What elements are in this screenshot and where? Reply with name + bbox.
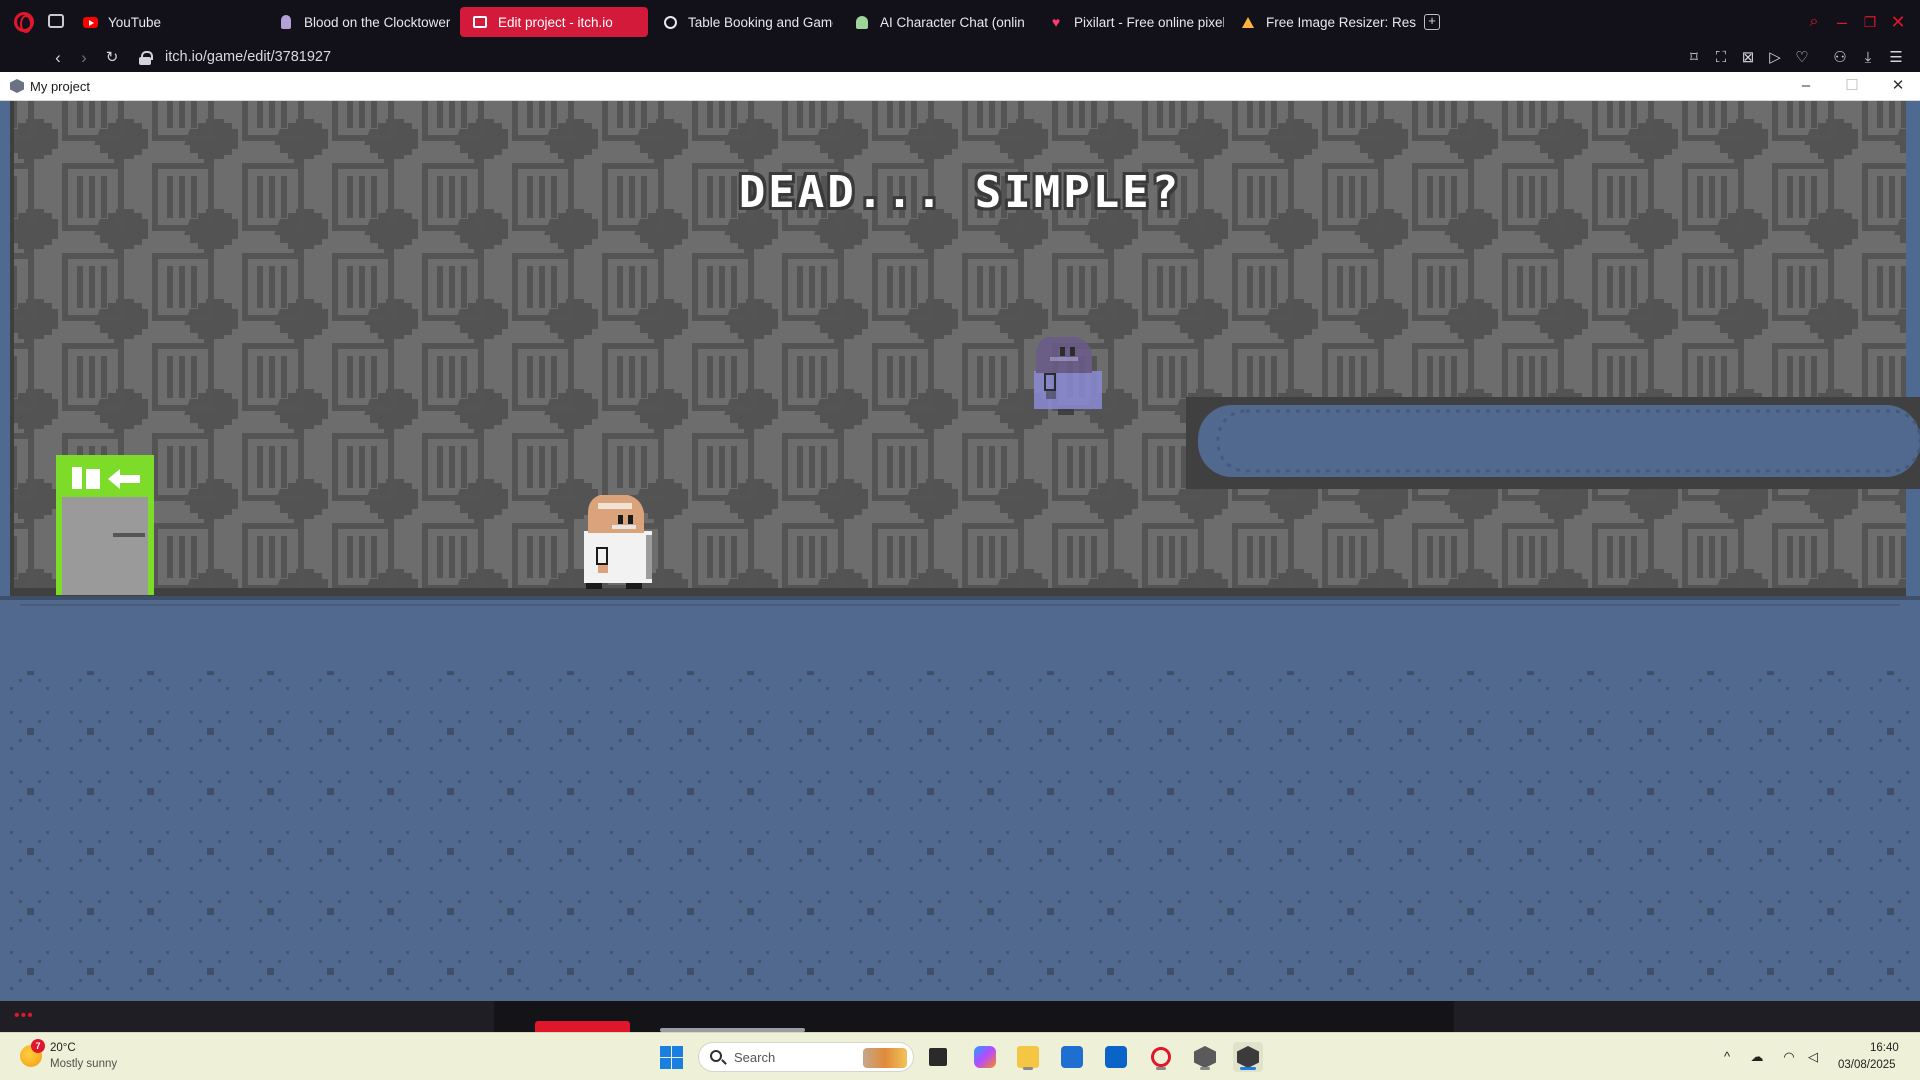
close-button[interactable]: ✕ bbox=[1888, 12, 1908, 32]
taskbar-search-box[interactable]: Search bbox=[698, 1042, 914, 1072]
copilot-icon bbox=[974, 1046, 996, 1068]
heart-icon: ♥ bbox=[1051, 14, 1061, 30]
tab-youtube[interactable]: YouTube bbox=[70, 7, 260, 37]
taskbar-task-view[interactable] bbox=[923, 1042, 953, 1072]
restore-button[interactable]: ❐ bbox=[1860, 12, 1880, 32]
play-icon[interactable]: ▷ bbox=[1765, 48, 1785, 68]
opera-icon bbox=[1151, 1047, 1171, 1067]
lock-icon bbox=[139, 51, 153, 65]
resizer-icon bbox=[1240, 14, 1256, 30]
outlook-icon bbox=[1105, 1046, 1127, 1068]
browser-bottom-bar: ••• bbox=[0, 1001, 1920, 1032]
game-maximize-button[interactable]: ☐ bbox=[1840, 76, 1864, 96]
reload-button[interactable]: ↻ bbox=[102, 48, 122, 68]
tab-image-resizer[interactable]: Free Image Resizer: Resiz bbox=[1228, 7, 1418, 37]
taskbar-outlook[interactable] bbox=[1101, 1042, 1131, 1072]
itchio-icon bbox=[472, 14, 488, 30]
snapshot-icon[interactable]: ⌑ bbox=[1684, 48, 1704, 68]
game-viewport[interactable]: DEAD... SIMPLE? bbox=[0, 101, 1920, 1001]
search-tabs-icon[interactable]: ⌕ bbox=[1804, 12, 1824, 32]
tab-pixilart[interactable]: ♥ Pixilart - Free online pixel bbox=[1036, 7, 1228, 37]
taskbar-copilot[interactable] bbox=[970, 1042, 1000, 1072]
unity-hub-icon bbox=[1194, 1046, 1216, 1068]
download-icon[interactable]: ⤓ bbox=[1858, 48, 1878, 68]
opera-logo-icon[interactable] bbox=[14, 12, 34, 33]
volume-icon[interactable]: ◁ bbox=[1804, 1048, 1822, 1066]
taskbar-unity-hub[interactable] bbox=[1190, 1042, 1220, 1072]
ledge-platform bbox=[1186, 397, 1920, 489]
search-highlight-image bbox=[863, 1048, 907, 1068]
clock-time[interactable]: 16:40 bbox=[1870, 1042, 1899, 1054]
store-icon bbox=[1061, 1046, 1083, 1068]
tab-title: Free Image Resizer: Resiz bbox=[1266, 14, 1416, 30]
forward-button[interactable]: › bbox=[74, 48, 94, 68]
game-minimize-button[interactable]: – bbox=[1794, 76, 1818, 96]
search-placeholder: Search bbox=[734, 1050, 776, 1065]
scientist-player bbox=[584, 495, 652, 589]
browser-tab-strip: YouTube Blood on the Clocktower Edit pro… bbox=[0, 0, 1920, 44]
taskbar-store[interactable] bbox=[1057, 1042, 1087, 1072]
tab-edit-project-itchio[interactable]: Edit project - itch.io bbox=[460, 7, 648, 37]
tab-title: Edit project - itch.io bbox=[498, 14, 613, 30]
exit-door bbox=[56, 455, 154, 595]
game-scene bbox=[0, 101, 1920, 1001]
weather-badge: 7 bbox=[31, 1039, 45, 1053]
game-window-titlebar: My project – ☐ ✕ bbox=[0, 72, 1920, 101]
globe-icon bbox=[662, 14, 678, 30]
weather-temperature[interactable]: 20°C bbox=[50, 1042, 76, 1054]
bookmark-heart-icon[interactable]: ♡ bbox=[1792, 48, 1812, 68]
character-chat-icon bbox=[854, 14, 870, 30]
taskbar-file-explorer[interactable] bbox=[1013, 1042, 1043, 1072]
start-button[interactable] bbox=[660, 1046, 683, 1069]
tab-title: AI Character Chat (online bbox=[880, 14, 1025, 30]
tab-title: Blood on the Clocktower bbox=[304, 14, 451, 30]
itch-red-tab[interactable] bbox=[535, 1021, 630, 1032]
show-hidden-icons[interactable]: ^ bbox=[1718, 1048, 1736, 1066]
game-title-text: DEAD... SIMPLE? bbox=[738, 167, 1182, 218]
tab-title: Pixilart - Free online pixel bbox=[1074, 14, 1224, 30]
minimize-button[interactable]: – bbox=[1832, 12, 1852, 32]
tab-blood-on-the-clocktower[interactable]: Blood on the Clocktower bbox=[266, 7, 456, 37]
crop-icon[interactable]: ⛶ bbox=[1711, 48, 1731, 68]
new-tab-button[interactable]: + bbox=[1424, 14, 1440, 30]
back-button[interactable]: ‹ bbox=[48, 48, 68, 68]
clocktower-icon bbox=[278, 14, 294, 30]
easy-setup-icon[interactable]: ☰ bbox=[1886, 48, 1906, 68]
tab-title: YouTube bbox=[108, 14, 162, 30]
game-close-button[interactable]: ✕ bbox=[1886, 76, 1910, 96]
account-icon[interactable]: ⚇ bbox=[1830, 48, 1850, 68]
tab-table-booking[interactable]: Table Booking and Game bbox=[650, 7, 840, 37]
search-icon bbox=[710, 1050, 722, 1062]
folder-icon bbox=[1017, 1046, 1039, 1068]
clock-date[interactable]: 03/08/2025 bbox=[1838, 1059, 1896, 1071]
taskbar-my-project[interactable] bbox=[1233, 1042, 1263, 1072]
itch-bottom-panel bbox=[494, 1001, 1454, 1032]
onedrive-icon[interactable]: ☁ bbox=[1748, 1048, 1766, 1066]
more-options-icon[interactable]: ••• bbox=[14, 1007, 34, 1025]
unity-game-icon bbox=[1237, 1046, 1259, 1068]
tab-overview-icon[interactable] bbox=[48, 14, 64, 28]
browser-address-bar: ‹ › ↻ itch.io/game/edit/3781927 ⌑ ⛶ ⊠ ▷ … bbox=[0, 44, 1920, 72]
game-window-title: My project bbox=[30, 79, 90, 94]
shield-icon[interactable]: ⊠ bbox=[1738, 48, 1758, 68]
start-icon bbox=[660, 1046, 671, 1057]
weather-description[interactable]: Mostly sunny bbox=[50, 1058, 117, 1070]
unity-icon bbox=[10, 79, 24, 93]
url-field[interactable]: itch.io/game/edit/3781927 bbox=[165, 49, 331, 65]
youtube-icon bbox=[82, 14, 98, 30]
windows-taskbar: 7 20°C Mostly sunny Search ^ ☁ ◠ ◁ 16:40… bbox=[0, 1032, 1920, 1080]
wifi-icon[interactable]: ◠ bbox=[1780, 1048, 1798, 1066]
task-view-icon bbox=[929, 1048, 947, 1066]
tab-ai-character-chat[interactable]: AI Character Chat (online bbox=[842, 7, 1032, 37]
tab-title: Table Booking and Game bbox=[688, 14, 833, 30]
taskbar-opera[interactable] bbox=[1146, 1042, 1176, 1072]
